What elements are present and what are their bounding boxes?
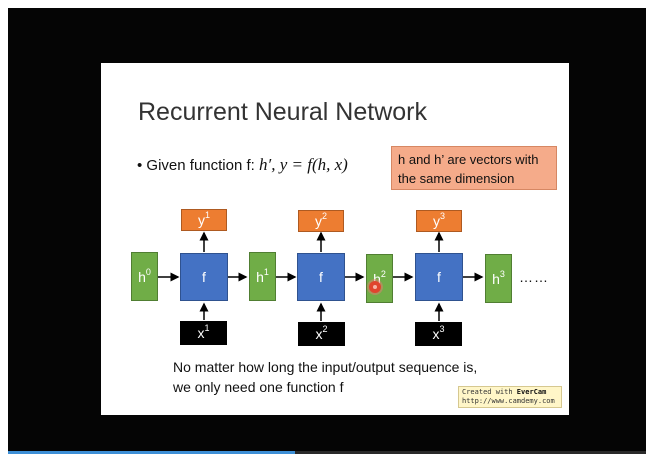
input-box-x2: x2 bbox=[298, 322, 345, 346]
hidden-box-h1: h1 bbox=[249, 252, 276, 301]
hidden-box-h2: h2 bbox=[366, 254, 393, 303]
watermark-brand: EverCam bbox=[516, 388, 547, 396]
bottom-caption-line-1: No matter how long the input/output sequ… bbox=[173, 359, 478, 375]
bullet-dot: • bbox=[137, 157, 147, 174]
presentation-slide: Recurrent Neural Network • Given functio… bbox=[101, 63, 569, 415]
bullet-line: • Given function f: h′, y = f(h, x) bbox=[137, 155, 348, 175]
evercam-watermark[interactable]: Created with EverCam http://www.camdemy.… bbox=[458, 386, 562, 408]
input-box-x3: x3 bbox=[415, 322, 462, 346]
hidden-box-h3: h3 bbox=[485, 254, 512, 303]
bottom-caption-line-2: we only need one function f bbox=[173, 379, 344, 395]
video-frame: Recurrent Neural Network • Given functio… bbox=[8, 8, 646, 454]
output-box-y1: y1 bbox=[181, 209, 227, 231]
note-callout: h and h’ are vectors with the same dimen… bbox=[391, 146, 557, 190]
function-box-3: f bbox=[415, 253, 463, 301]
hidden-box-h0: h0 bbox=[131, 252, 158, 301]
output-box-y3: y3 bbox=[416, 210, 462, 232]
playback-progress-fill bbox=[8, 451, 296, 454]
slide-title: Recurrent Neural Network bbox=[138, 98, 427, 126]
watermark-line-1: Created with EverCam bbox=[462, 388, 547, 396]
function-box-1: f bbox=[180, 253, 228, 301]
bullet-formula: h′, y = f(h, x) bbox=[258, 155, 348, 174]
playback-progress-bar[interactable] bbox=[8, 451, 646, 454]
bullet-text: Given function f: bbox=[146, 157, 259, 174]
sequence-ellipsis: …… bbox=[519, 269, 549, 285]
watermark-url[interactable]: http://www.camdemy.com bbox=[462, 397, 558, 406]
function-box-2: f bbox=[297, 253, 345, 301]
input-box-x1: x1 bbox=[180, 321, 227, 345]
pointer-cursor-icon bbox=[369, 281, 381, 293]
output-box-y2: y2 bbox=[298, 210, 344, 232]
bottom-caption: No matter how long the input/output sequ… bbox=[173, 357, 477, 397]
